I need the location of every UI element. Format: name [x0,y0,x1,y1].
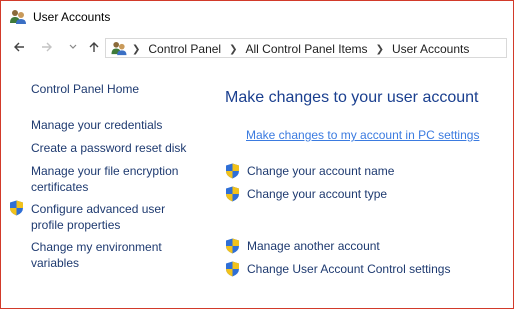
uac-shield-icon [10,200,23,216]
change-environment-variables-link[interactable]: Change my environment variables [31,239,162,271]
link-line: Manage your file encryption [31,164,179,178]
task-label: Manage another account [247,239,380,253]
navigation-bar: ❯ Control Panel ❯ All Control Panel Item… [1,34,513,62]
manage-file-encryption-link[interactable]: Manage your file encryption certificates [31,163,178,195]
uac-shield-icon [226,186,239,202]
chevron-right-icon[interactable]: ❯ [132,44,140,55]
link-line: variables [31,256,80,270]
task-label: Change your account type [247,187,388,201]
change-account-type-link[interactable]: Change your account type [225,185,387,203]
arrow-right-icon [42,42,52,52]
task-label: Change your account name [247,164,395,178]
manage-another-account-link[interactable]: Manage another account [225,237,380,255]
create-password-reset-disk-link[interactable]: Create a password reset disk [31,140,186,156]
breadcrumb: ❯ Control Panel ❯ All Control Panel Item… [132,42,469,56]
arrow-left-icon [14,42,24,52]
link-line: profile properties [31,218,121,232]
control-panel-home-link[interactable]: Control Panel Home [31,81,139,97]
address-bar[interactable]: ❯ Control Panel ❯ All Control Panel Item… [105,38,507,58]
chevron-right-icon[interactable]: ❯ [376,44,384,55]
link-line: Configure advanced user [31,202,166,216]
main-content: Make changes to your user account Make c… [211,62,513,308]
title-bar: User Accounts [1,1,513,34]
configure-advanced-profile-link[interactable]: Configure advanced user profile properti… [31,201,165,233]
change-uac-settings-link[interactable]: Change User Account Control settings [225,260,450,278]
task-label: Change User Account Control settings [247,262,451,276]
left-nav-pane: Control Panel Home Manage your credentia… [1,62,211,308]
pc-settings-link[interactable]: Make changes to my account in PC setting… [246,128,479,142]
page-title: Make changes to your user account [225,89,479,106]
breadcrumb-all-items[interactable]: All Control Panel Items [246,42,368,56]
uac-shield-icon [226,238,239,254]
link-line: certificates [31,180,89,194]
user-accounts-icon [111,41,127,56]
change-account-name-link[interactable]: Change your account name [225,162,394,180]
user-accounts-window: User Accounts ❯ Control Panel ❯ All Cont… [0,0,514,309]
recent-locations-button[interactable] [65,40,81,56]
forward-button[interactable] [39,40,55,56]
uac-shield-icon [226,163,239,179]
link-line: Change my environment [31,240,162,254]
up-button[interactable] [86,40,102,56]
user-accounts-icon [10,10,26,24]
window-title: User Accounts [33,10,111,24]
chevron-down-icon [69,44,77,49]
breadcrumb-control-panel[interactable]: Control Panel [148,42,221,56]
manage-credentials-link[interactable]: Manage your credentials [31,117,162,133]
uac-shield-icon [226,261,239,277]
chevron-right-icon[interactable]: ❯ [229,44,237,55]
back-button[interactable] [11,40,27,56]
arrow-up-icon [89,42,99,52]
breadcrumb-user-accounts[interactable]: User Accounts [392,42,469,56]
